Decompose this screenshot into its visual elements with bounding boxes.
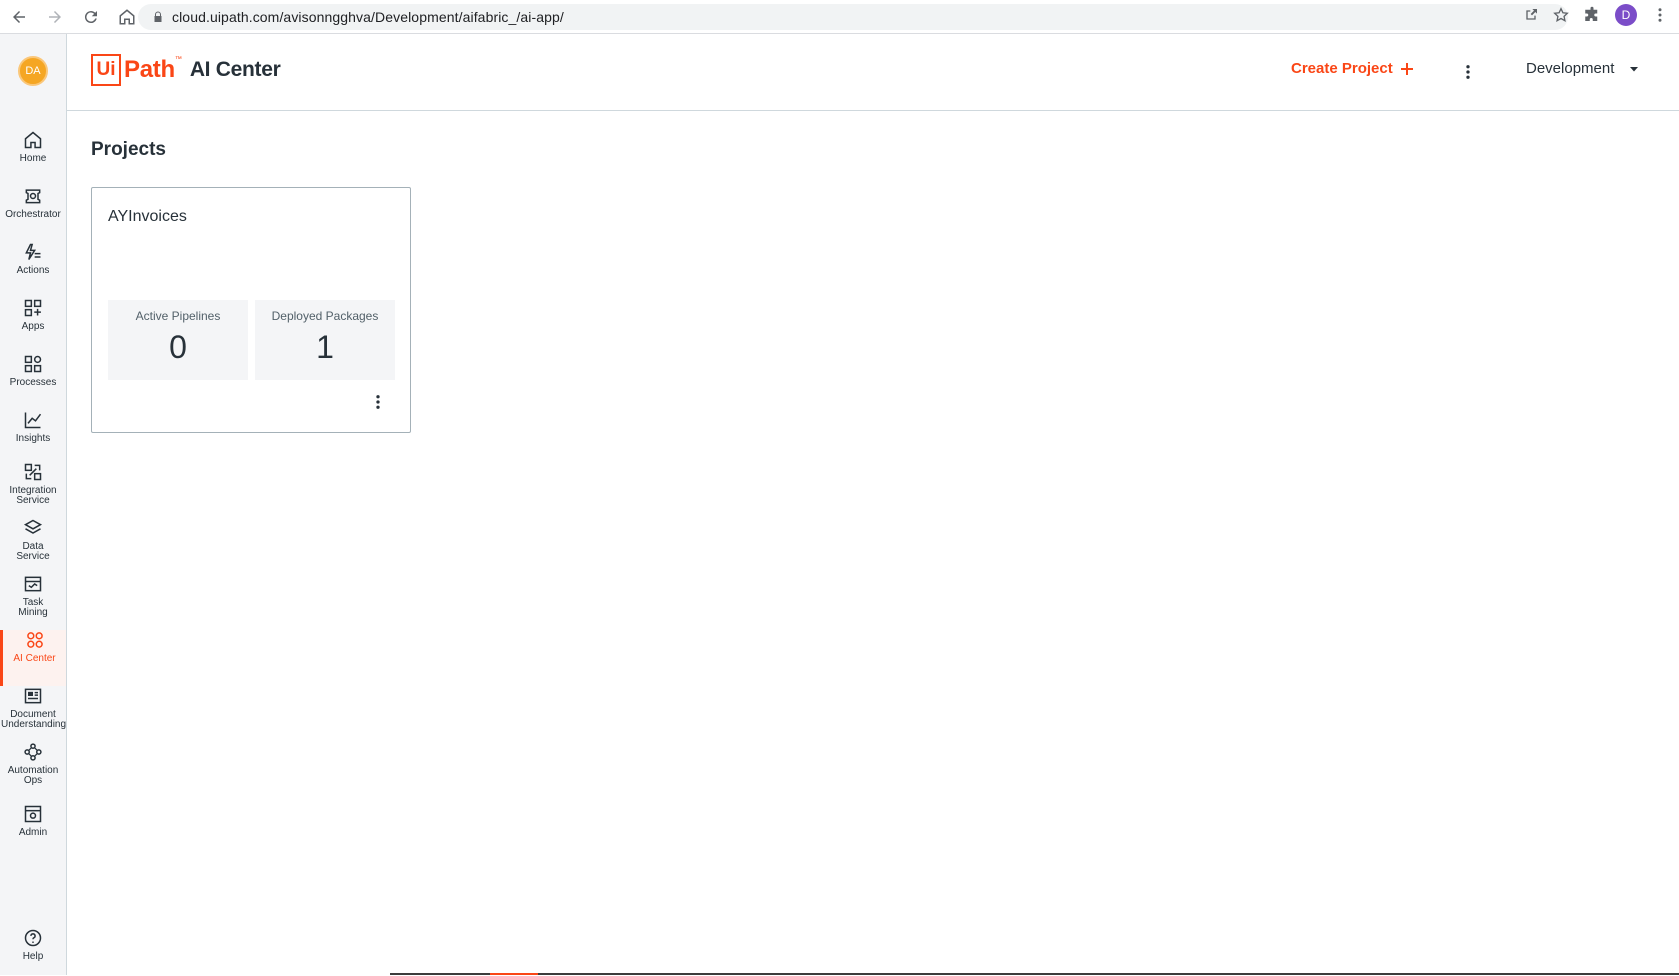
sidebar-item-label: Integration Service xyxy=(9,485,57,506)
sidebar-item-insights[interactable]: Insights xyxy=(0,410,66,458)
sidebar-item-label: Admin xyxy=(18,827,48,838)
browser-toolbar: cloud.uipath.com/avisonngghva/Developmen… xyxy=(0,0,1679,34)
processes-icon xyxy=(24,355,42,373)
sidebar-item-apps[interactable]: Apps xyxy=(0,298,66,346)
sidebar-item-label: Help xyxy=(22,951,44,962)
apps-icon xyxy=(24,299,42,317)
sidebar-item-label: Apps xyxy=(21,321,45,332)
sidebar-item-label: Task Mining xyxy=(18,597,48,618)
sidebar-item-label: Insights xyxy=(15,433,51,444)
sidebar-item-actions[interactable]: Actions xyxy=(0,242,66,290)
project-more-button[interactable] xyxy=(366,390,390,414)
stat-value: 1 xyxy=(316,329,334,365)
page-title: Projects xyxy=(91,139,166,160)
browser-menu-icon[interactable] xyxy=(1651,6,1669,24)
stat-label: Deployed Packages xyxy=(271,309,379,323)
sidebar-item-processes[interactable]: Processes xyxy=(0,354,66,402)
sidebar-item-label: Home xyxy=(19,153,47,164)
stat-label: Active Pipelines xyxy=(135,309,221,323)
orchestrator-icon xyxy=(25,189,41,204)
ai-center-icon xyxy=(26,632,43,648)
back-button[interactable] xyxy=(2,0,36,34)
sidebar-item-label: AI Center xyxy=(13,653,56,664)
home-icon xyxy=(24,131,42,149)
left-sidebar: DA Home Orchestrator Actions Apps Proces… xyxy=(0,34,67,975)
document-icon xyxy=(24,688,42,704)
reload-button[interactable] xyxy=(74,0,108,34)
active-pipelines-stat: Active Pipelines 0 xyxy=(108,300,248,380)
sidebar-item-label: Data Service xyxy=(16,541,50,562)
project-name: AYInvoices xyxy=(108,208,187,225)
plus-icon xyxy=(1400,62,1413,75)
uipath-logo[interactable]: Ui Path ™ AI Center xyxy=(91,54,281,86)
integration-icon xyxy=(24,463,42,481)
share-icon[interactable] xyxy=(1523,7,1539,23)
logo-ui-mark: Ui xyxy=(91,54,121,86)
tenant-selector[interactable]: Development xyxy=(1526,60,1640,77)
sidebar-item-label: Processes xyxy=(9,377,57,388)
address-bar[interactable]: cloud.uipath.com/avisonngghva/Developmen… xyxy=(138,4,1568,30)
sidebar-item-integration-service[interactable]: Integration Service xyxy=(0,462,66,520)
sidebar-item-ai-center[interactable]: AI Center xyxy=(0,630,66,686)
actions-icon xyxy=(25,243,41,260)
caret-down-icon xyxy=(1630,66,1639,71)
logo-trademark: ™ xyxy=(174,56,182,63)
help-icon xyxy=(24,929,42,947)
create-project-button[interactable]: Create Project xyxy=(1291,60,1415,77)
sidebar-item-admin[interactable]: Admin xyxy=(0,804,66,852)
insights-icon xyxy=(24,412,42,429)
sidebar-item-label: Document Understanding xyxy=(1,709,67,730)
tenant-name: Development xyxy=(1526,60,1615,77)
create-project-label: Create Project xyxy=(1291,60,1393,77)
sidebar-item-orchestrator[interactable]: Orchestrator xyxy=(0,186,66,234)
sidebar-item-data-service[interactable]: Data Service xyxy=(0,518,66,576)
logo-path-text: Path xyxy=(124,56,175,83)
automation-ops-icon xyxy=(24,743,42,761)
browser-home-icon xyxy=(119,8,135,24)
stat-value: 0 xyxy=(169,329,187,365)
main-content: Projects AYInvoices Active Pipelines 0 D… xyxy=(67,111,1679,975)
app-header: Ui Path ™ AI Center Create Project Devel… xyxy=(67,34,1679,111)
url-text: cloud.uipath.com/avisonngghva/Developmen… xyxy=(172,9,564,25)
more-vertical-icon xyxy=(376,395,380,409)
bookmark-star-icon[interactable] xyxy=(1553,7,1569,23)
extensions-icon[interactable] xyxy=(1583,6,1601,24)
lock-icon xyxy=(154,11,162,22)
admin-icon xyxy=(24,805,42,823)
sidebar-item-home[interactable]: Home xyxy=(0,130,66,178)
browser-profile-avatar[interactable]: D xyxy=(1615,4,1637,26)
deployed-packages-stat: Deployed Packages 1 xyxy=(255,300,395,380)
user-avatar[interactable]: DA xyxy=(18,56,48,86)
sidebar-item-help[interactable]: Help xyxy=(0,928,66,976)
reload-icon xyxy=(84,10,97,23)
sidebar-item-label: Automation Ops xyxy=(7,765,59,786)
sidebar-item-document-understanding[interactable]: Document Understanding xyxy=(0,686,66,746)
sidebar-item-automation-ops[interactable]: Automation Ops xyxy=(0,742,66,802)
more-vertical-icon xyxy=(1466,65,1470,79)
task-mining-icon xyxy=(24,576,42,592)
forward-button[interactable] xyxy=(38,0,72,34)
sidebar-item-label: Orchestrator xyxy=(5,209,61,220)
sidebar-item-task-mining[interactable]: Task Mining xyxy=(0,574,66,632)
header-more-button[interactable] xyxy=(1456,60,1480,84)
product-name: AI Center xyxy=(189,58,281,81)
project-card[interactable]: AYInvoices Active Pipelines 0 Deployed P… xyxy=(91,187,411,433)
back-arrow-icon xyxy=(13,10,25,23)
forward-arrow-icon xyxy=(49,10,61,23)
sidebar-item-label: Actions xyxy=(16,265,50,276)
data-service-icon xyxy=(23,519,43,534)
